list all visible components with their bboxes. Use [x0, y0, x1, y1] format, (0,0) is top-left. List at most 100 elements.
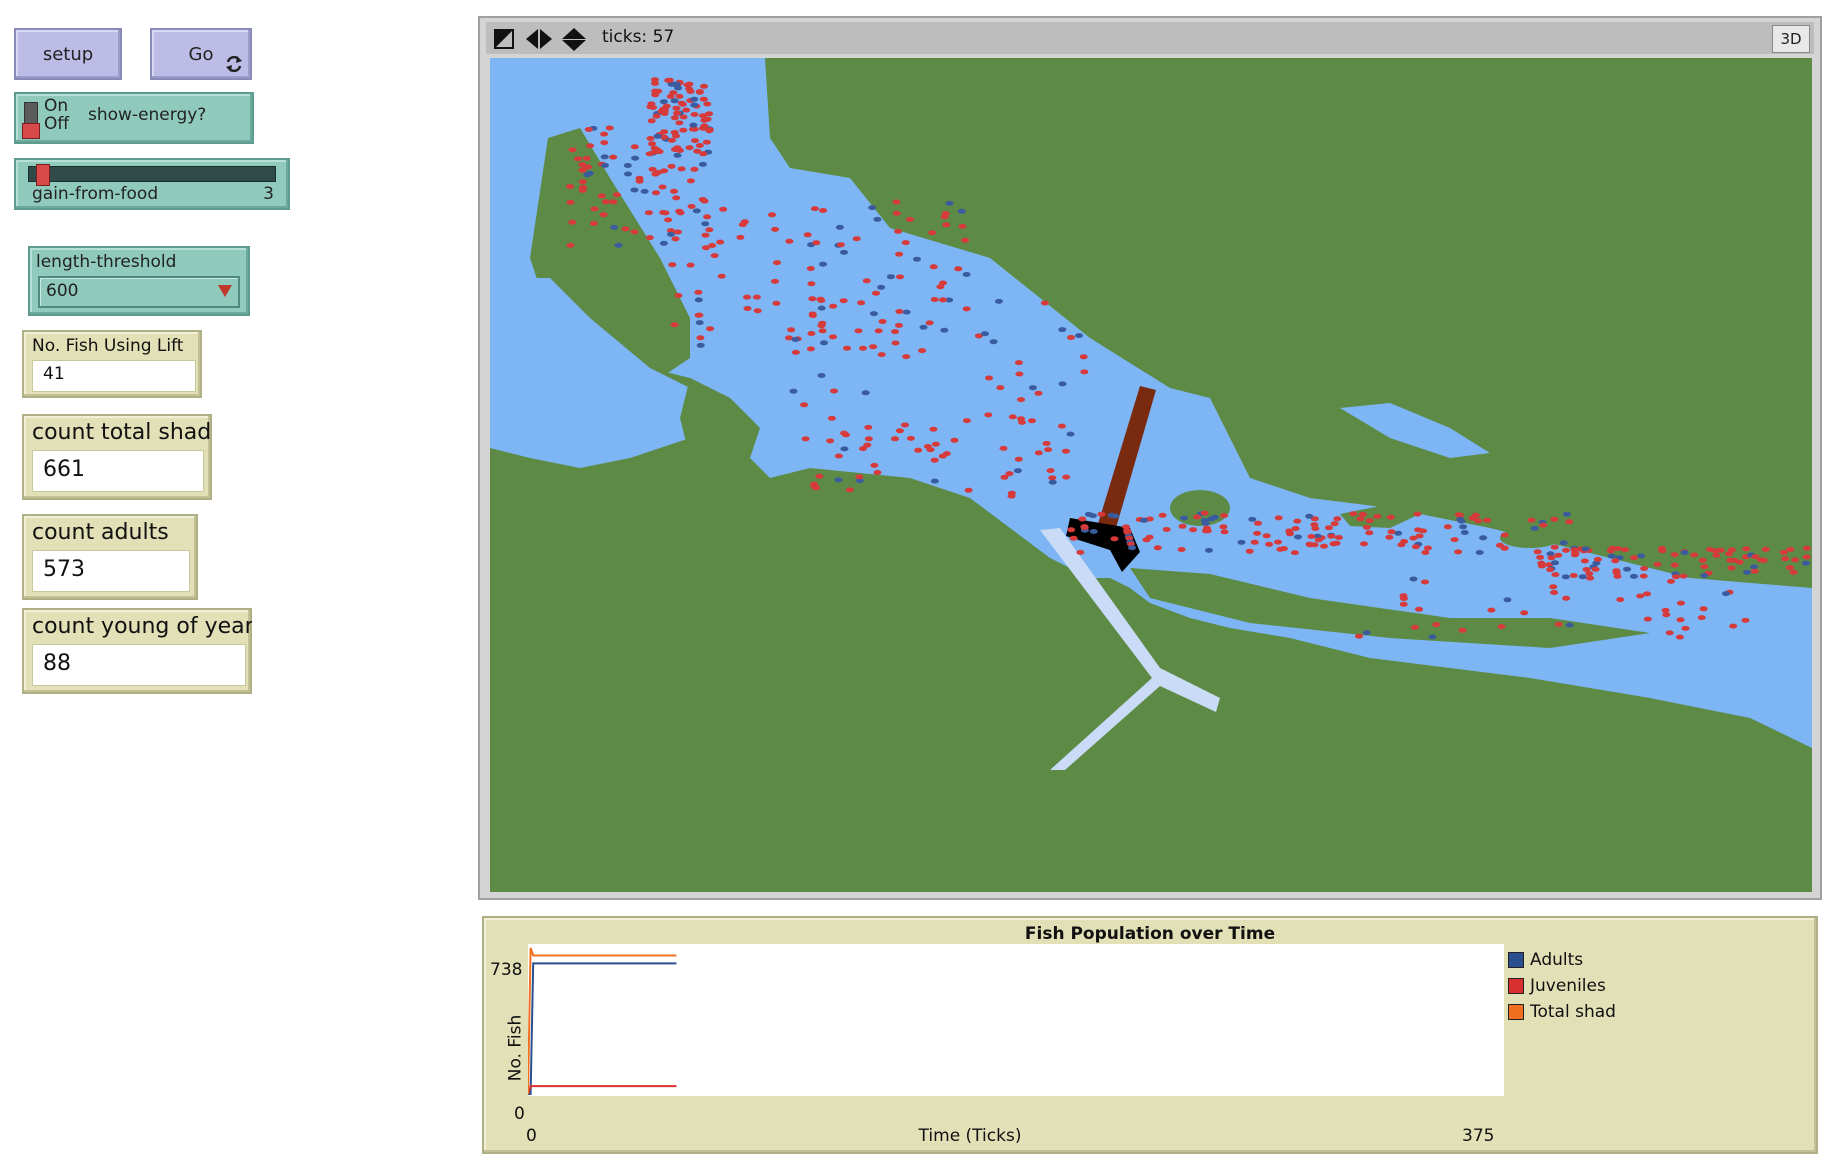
- fish: [655, 149, 664, 155]
- fish: [1571, 551, 1580, 557]
- fish: [1327, 533, 1336, 539]
- fish: [1265, 541, 1274, 547]
- fish: [1563, 511, 1571, 517]
- 3d-view-button[interactable]: 3D: [1772, 25, 1810, 53]
- fish: [665, 77, 674, 83]
- switch-knob[interactable]: [22, 123, 40, 139]
- series-total-shad: [528, 947, 677, 1095]
- fish: [1670, 562, 1679, 568]
- fish: [1456, 517, 1465, 522]
- fish: [1079, 354, 1088, 360]
- fish: [1500, 545, 1509, 551]
- legend-swatch: [1508, 978, 1524, 994]
- show-energy-switch[interactable]: On Off show-energy?: [14, 92, 254, 144]
- fish: [1397, 542, 1406, 548]
- fish: [675, 208, 684, 214]
- fish: [958, 223, 967, 229]
- fish: [1750, 568, 1759, 574]
- fish: [568, 219, 577, 225]
- move-vertical-icon[interactable]: [562, 28, 586, 51]
- go-label: Go: [188, 43, 214, 65]
- fish: [768, 212, 776, 218]
- fish: [1690, 552, 1699, 558]
- fish: [740, 219, 749, 225]
- fish: [566, 242, 575, 248]
- fish: [964, 487, 973, 493]
- fish: [699, 151, 708, 157]
- fish: [1681, 625, 1690, 631]
- fish: [568, 147, 577, 153]
- fish: [906, 435, 915, 441]
- setup-button[interactable]: setup: [14, 28, 122, 80]
- world-canvas[interactable]: [490, 58, 1812, 892]
- fish: [1220, 513, 1229, 519]
- fish: [868, 205, 877, 211]
- fish: [753, 308, 762, 314]
- fish: [936, 284, 945, 290]
- fish: [1551, 560, 1559, 566]
- fish: [672, 81, 681, 87]
- fish: [647, 118, 656, 124]
- fish: [1712, 552, 1721, 558]
- fish: [664, 217, 673, 223]
- fish: [940, 214, 949, 220]
- fish: [651, 81, 659, 86]
- fish: [803, 232, 812, 238]
- fish: [1475, 550, 1484, 555]
- fish: [891, 340, 900, 346]
- fish: [1254, 520, 1262, 526]
- chooser-dropdown[interactable]: 600: [38, 276, 240, 308]
- fish: [719, 206, 728, 212]
- fish: [673, 110, 681, 116]
- fish: [648, 141, 656, 147]
- move-horizontal-icon[interactable]: [526, 29, 552, 49]
- fish: [672, 105, 681, 111]
- fish: [801, 436, 810, 442]
- fish: [1578, 574, 1587, 580]
- fish: [1080, 369, 1089, 375]
- slider-track[interactable]: [28, 164, 276, 186]
- fish: [1643, 591, 1651, 597]
- fish: [1058, 327, 1067, 333]
- legend-swatch: [1508, 1004, 1524, 1020]
- fish: [928, 230, 937, 236]
- fish: [1414, 527, 1423, 533]
- fish: [1483, 517, 1492, 523]
- switch-name: show-energy?: [88, 105, 207, 125]
- fish: [817, 298, 826, 303]
- switch-track[interactable]: [22, 102, 40, 139]
- gain-from-food-slider[interactable]: gain-from-food 3: [14, 158, 290, 210]
- fish: [613, 192, 621, 198]
- setup-label: setup: [42, 43, 94, 65]
- fish: [806, 266, 815, 271]
- fish: [644, 210, 653, 216]
- fish: [1061, 448, 1070, 454]
- fish: [673, 229, 682, 235]
- fish: [891, 329, 900, 335]
- fish: [1791, 557, 1800, 563]
- fish: [1565, 622, 1574, 628]
- fish: [996, 385, 1005, 391]
- monitor-count-adults: count adults 573: [22, 514, 198, 600]
- fish: [687, 204, 696, 209]
- slider-thumb[interactable]: [36, 164, 50, 186]
- fish: [901, 422, 909, 428]
- fish: [705, 127, 714, 133]
- fish: [1423, 545, 1432, 551]
- fish: [609, 154, 618, 160]
- fish: [609, 199, 618, 205]
- edit-view-icon[interactable]: [494, 29, 514, 49]
- series-juveniles: [528, 1085, 677, 1095]
- fish: [703, 214, 712, 220]
- fish: [834, 453, 843, 459]
- fish: [670, 188, 678, 194]
- fish: [1250, 539, 1259, 545]
- monitor-value-box: 88: [32, 644, 246, 686]
- length-threshold-chooser[interactable]: length-threshold 600: [28, 246, 250, 316]
- fish: [699, 125, 707, 131]
- fish: [1700, 573, 1709, 579]
- fish: [877, 284, 886, 290]
- go-button[interactable]: Go: [150, 28, 252, 80]
- fish: [869, 344, 878, 350]
- fish: [752, 294, 761, 300]
